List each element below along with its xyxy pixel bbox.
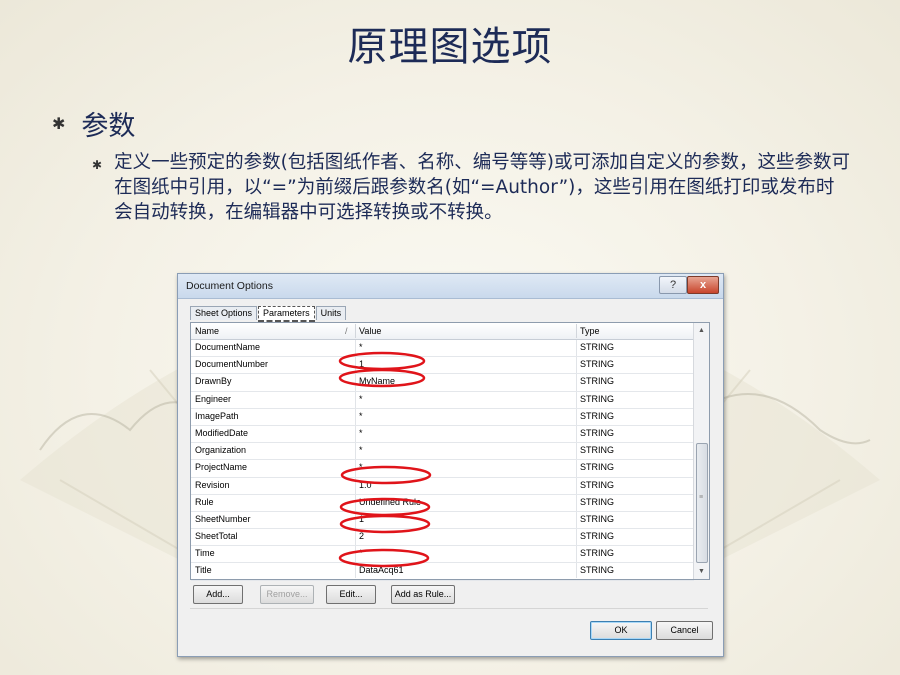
param-name: Revision: [195, 479, 230, 490]
slide-title: 原理图选项: [347, 24, 553, 70]
param-name: SheetTotal: [195, 531, 238, 542]
column-header-name[interactable]: Name: [195, 326, 219, 336]
param-name: Time: [195, 548, 215, 559]
column-header-type[interactable]: Type: [580, 326, 600, 336]
param-name: DrawnBy: [195, 376, 232, 387]
param-value: *: [359, 427, 363, 438]
param-value: *: [359, 410, 363, 421]
bullet-level1: ✱ 参数: [52, 104, 135, 143]
param-name: ProjectName: [195, 462, 248, 473]
dialog-divider: [190, 608, 708, 609]
scrollbar-thumb[interactable]: ≡: [696, 443, 708, 563]
param-value: 1.0: [359, 479, 372, 490]
table-row[interactable]: Time * STRING: [191, 546, 694, 564]
parameters-grid: Name / Value Type DocumentName * STRING Do…: [190, 322, 710, 581]
param-value: *: [359, 445, 363, 456]
table-row[interactable]: SheetNumber 1 STRING: [191, 512, 694, 530]
table-row[interactable]: ProjectName * STRING: [191, 460, 694, 478]
column-header-value[interactable]: Value: [359, 326, 381, 336]
param-name: SheetNumber: [195, 513, 251, 524]
param-type: STRING: [580, 462, 615, 473]
tab-units[interactable]: Units: [315, 306, 347, 320]
param-type: STRING: [580, 427, 615, 438]
column-separator[interactable]: [355, 324, 356, 338]
param-value: DataAcq61: [359, 565, 404, 576]
scroll-up-arrow-icon[interactable]: ▲: [694, 323, 709, 338]
param-name: DocumentName: [195, 342, 261, 352]
param-type: STRING: [580, 376, 615, 387]
remove-button[interactable]: Remove...: [260, 585, 314, 604]
table-row[interactable]: ModifiedDate * STRING: [191, 426, 694, 444]
param-value: MyName: [359, 376, 396, 387]
tab-strip: Sheet Options Parameters Units: [190, 306, 347, 323]
scroll-down-arrow-icon[interactable]: ▼: [694, 564, 709, 579]
param-value: *: [359, 393, 363, 404]
tab-sheet-options[interactable]: Sheet Options: [190, 306, 258, 320]
param-name: Engineer: [195, 393, 232, 404]
ok-button[interactable]: OK: [590, 621, 652, 640]
vertical-scrollbar[interactable]: ▲ ≡ ▼: [693, 323, 709, 579]
param-name: ImagePath: [195, 410, 239, 421]
add-as-rule-button[interactable]: Add as Rule...: [391, 585, 455, 604]
param-value: 1: [359, 359, 365, 370]
close-button[interactable]: x: [687, 276, 719, 294]
column-separator[interactable]: [576, 324, 577, 338]
grid-rows: DocumentName * STRING DocumentNumber 1 STRIN…: [191, 340, 694, 581]
bullet-level1-text: 参数: [81, 111, 136, 142]
dialog-titlebar[interactable]: Document Options ? x: [178, 274, 723, 299]
table-row[interactable]: Rule Undefined Rule STRING: [191, 495, 694, 512]
table-row[interactable]: DocumentNumber 1 STRING: [191, 357, 694, 375]
param-value: *: [359, 342, 363, 352]
table-row[interactable]: ImagePath * STRING: [191, 409, 694, 426]
param-type: STRING: [580, 496, 615, 507]
param-type: STRING: [580, 565, 615, 576]
param-type: STRING: [580, 342, 615, 352]
table-row[interactable]: Organization * STRING: [191, 443, 694, 461]
param-value: 2: [359, 531, 365, 542]
cancel-button[interactable]: Cancel: [656, 621, 713, 640]
scroll-grip-icon: ≡: [699, 494, 704, 501]
param-type: STRING: [580, 445, 615, 456]
param-value: *: [359, 548, 363, 559]
sort-indicator-icon: /: [345, 326, 348, 336]
param-type: STRING: [580, 359, 615, 370]
help-button[interactable]: ?: [659, 276, 687, 294]
table-row[interactable]: Engineer * STRING: [191, 392, 694, 409]
table-row[interactable]: Title DataAcq61 STRING: [191, 563, 694, 581]
param-value: 1: [359, 513, 365, 524]
bullet-mark-icon: ✱: [92, 158, 103, 172]
table-row[interactable]: DrawnBy MyName STRING: [191, 374, 694, 392]
param-type: STRING: [580, 531, 615, 542]
grid-header: Name / Value Type: [191, 323, 694, 340]
param-name: ModifiedDate: [195, 427, 249, 438]
param-name: Rule: [195, 496, 214, 507]
param-type: STRING: [580, 393, 615, 404]
param-type: STRING: [580, 410, 615, 421]
bullet-level2-text: 定义一些预定的参数(包括图纸作者、名称、编号等等)或可添加自定义的参数，这些参数…: [114, 152, 851, 223]
dialog-title: Document Options: [186, 280, 273, 292]
document-options-dialog: Document Options ? x Sheet Options Param…: [177, 273, 724, 657]
bullet-level2: ✱ 定义一些预定的参数(包括图纸作者、名称、编号等等)或可添加自定义的参数，这些…: [92, 150, 852, 225]
edit-button[interactable]: Edit...: [326, 585, 376, 604]
table-row[interactable]: DocumentName * STRING: [191, 340, 694, 358]
param-value: Undefined Rule: [359, 496, 422, 507]
table-row[interactable]: SheetTotal 2 STRING: [191, 529, 694, 547]
param-type: STRING: [580, 513, 615, 524]
add-button[interactable]: Add...: [193, 585, 243, 604]
param-type: STRING: [580, 479, 615, 490]
param-type: STRING: [580, 548, 615, 559]
tab-parameters[interactable]: Parameters: [258, 306, 315, 323]
param-name: DocumentNumber: [195, 359, 269, 370]
param-name: Organization: [195, 445, 247, 456]
param-value: *: [359, 462, 363, 473]
param-name: Title: [195, 565, 212, 576]
bullet-mark-icon: ✱: [52, 114, 66, 133]
table-row[interactable]: Revision 1.0 STRING: [191, 478, 694, 495]
